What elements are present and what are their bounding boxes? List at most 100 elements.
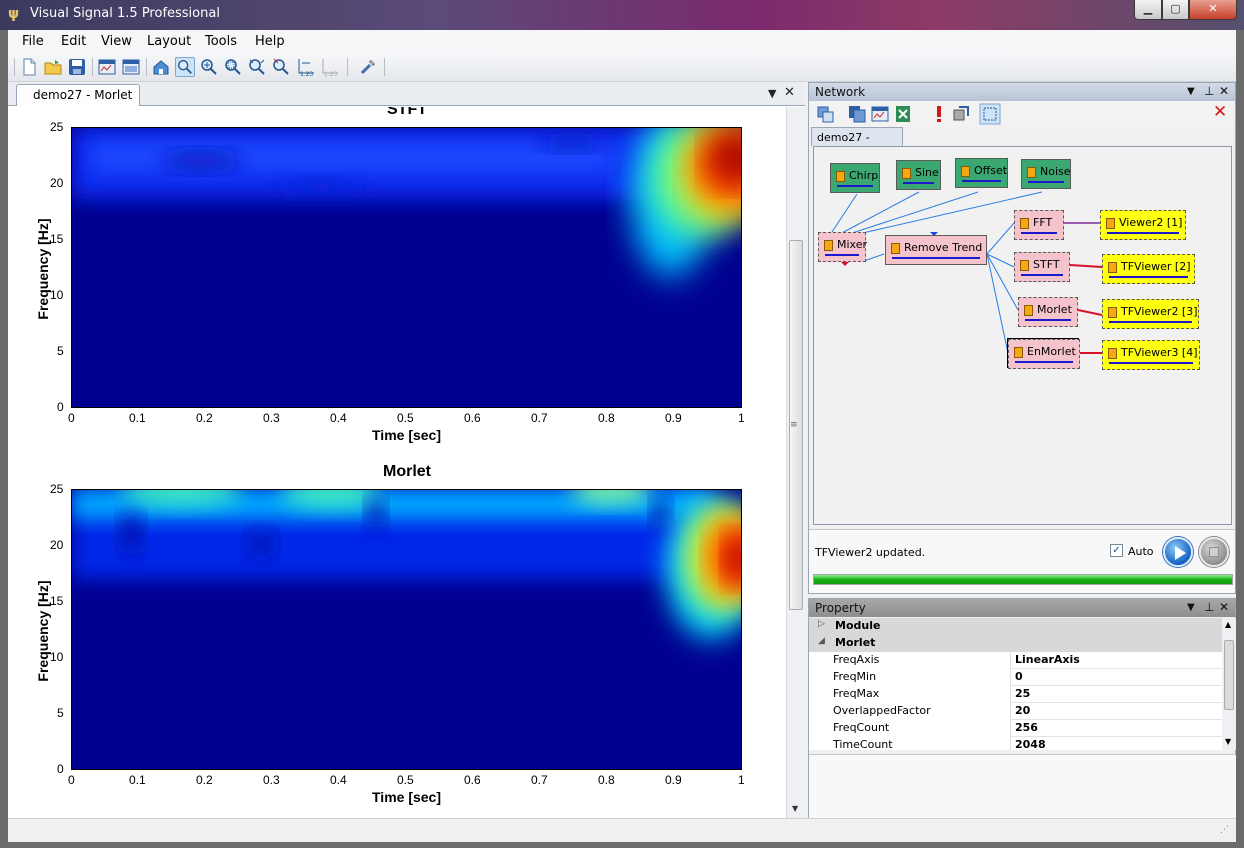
property-pane-header: Property ▼ ⊥ ✕ — [809, 599, 1235, 617]
menu-help[interactable]: Help — [255, 34, 285, 49]
menu-tools[interactable]: Tools — [205, 34, 237, 49]
menu-file[interactable]: File — [22, 34, 44, 49]
node-enmorlet[interactable]: EnMorlet — [1008, 339, 1080, 369]
property-scrollbar[interactable]: ▲ ▼ — [1222, 618, 1236, 750]
new-file-icon[interactable] — [19, 57, 39, 77]
auto-checkbox[interactable]: ✓ — [1110, 544, 1123, 557]
stft-ytick: 25 — [50, 120, 64, 134]
stop-button[interactable] — [1199, 537, 1229, 567]
grip-icon: ≡ — [790, 420, 798, 430]
save-icon[interactable] — [67, 57, 87, 77]
collapse-icon[interactable]: ◢ — [818, 636, 825, 646]
network-canvas[interactable]: Chirp Sine Offset Noise Mixer Remove Tre… — [813, 146, 1232, 525]
window-title: Visual Signal 1.5 Professional — [30, 6, 220, 21]
category-morlet[interactable]: ◢ Morlet — [809, 635, 1222, 652]
scroll-down-icon[interactable]: ▼ — [1225, 737, 1231, 746]
expand-icon[interactable]: ▷ — [818, 619, 825, 629]
node-viewer2[interactable]: Viewer2 [1] — [1100, 210, 1186, 240]
node-morlet[interactable]: Morlet — [1018, 297, 1078, 327]
axis-scale-icon[interactable]: 1.23 — [296, 57, 316, 77]
close-icon[interactable]: ✕ — [1219, 600, 1229, 614]
morlet-xtick: 0.9 — [665, 773, 682, 787]
stop-icon — [1209, 547, 1219, 557]
plots-area: STFT 25 20 15 10 5 0 0 0.1 0.2 0.3 0.4 0… — [8, 107, 778, 818]
signal-view-icon[interactable] — [870, 104, 890, 124]
property-row[interactable]: FreqAxis LinearAxis — [809, 652, 1222, 669]
zoom-box-icon[interactable] — [223, 57, 243, 77]
node-remove-trend[interactable]: Remove Trend — [885, 235, 987, 265]
property-row[interactable]: OverlappedFactor 20 — [809, 703, 1222, 720]
document-scrollbar[interactable]: ≡ ▼ — [786, 107, 805, 818]
module-settings-icon[interactable] — [951, 104, 971, 124]
tab-demo27-morlet[interactable]: demo27 - Morlet — [16, 84, 140, 106]
menu-edit[interactable]: Edit — [61, 34, 86, 49]
scrollbar-thumb[interactable] — [1224, 640, 1234, 710]
node-offset[interactable]: Offset — [955, 158, 1008, 188]
document-pane: demo27 - Morlet ▼ ✕ STFT 25 20 15 10 5 0… — [8, 82, 805, 818]
zoom-fit-icon[interactable] — [247, 57, 267, 77]
resize-grip-icon[interactable]: ⋰ — [1220, 825, 1229, 835]
node-fft[interactable]: FFT — [1014, 210, 1064, 240]
stft-xlabel: Time [sec] — [372, 427, 441, 443]
stft-ytick: 20 — [50, 176, 64, 190]
maximize-button[interactable]: ▢ — [1162, 0, 1189, 20]
title-bar: ψ Visual Signal 1.5 Professional ▁ ▢ ✕ — [0, 0, 1244, 30]
node-tfviewer2[interactable]: TFViewer2 [3] — [1102, 299, 1199, 329]
dropdown-icon[interactable]: ▼ — [1187, 602, 1195, 613]
stft-ytick: 10 — [50, 288, 64, 302]
menu-view[interactable]: View — [101, 34, 132, 49]
axis-format-icon[interactable]: 1.23 — [320, 57, 340, 77]
module-icon — [902, 168, 911, 179]
network-pane-title: Network — [815, 85, 866, 99]
red-x-icon[interactable]: ✕ — [1213, 102, 1227, 122]
alert-icon[interactable] — [929, 104, 949, 124]
module-icon — [891, 243, 900, 254]
add-module-icon[interactable] — [815, 104, 835, 124]
node-stft[interactable]: STFT — [1014, 252, 1070, 282]
scroll-up-icon[interactable]: ▲ — [1225, 620, 1231, 629]
wave-logo-icon: ψ — [8, 6, 20, 22]
copy-icon[interactable] — [847, 104, 867, 124]
property-row[interactable]: FreqMin 0 — [809, 669, 1222, 686]
pin-icon[interactable]: ⊥ — [1204, 600, 1214, 614]
close-icon[interactable]: ✕ — [784, 85, 795, 100]
home-icon[interactable] — [151, 57, 171, 77]
view-window-alt-icon[interactable] — [121, 57, 141, 77]
run-button[interactable] — [1163, 537, 1193, 567]
close-icon[interactable]: ✕ — [1219, 84, 1229, 98]
zoom-mode-icon[interactable] — [175, 57, 195, 77]
zoom-in-icon[interactable] — [199, 57, 219, 77]
node-sine[interactable]: Sine — [896, 160, 941, 190]
svg-text:1.23: 1.23 — [324, 71, 338, 77]
view-window-icon[interactable] — [97, 57, 117, 77]
dropdown-icon[interactable]: ▼ — [768, 87, 776, 100]
pin-icon[interactable]: ⊥ — [1204, 84, 1214, 98]
property-row[interactable]: FreqMax 25 — [809, 686, 1222, 703]
close-button[interactable]: ✕ — [1189, 0, 1237, 20]
dropdown-icon[interactable]: ▼ — [1187, 86, 1195, 97]
node-noise[interactable]: Noise — [1021, 159, 1071, 189]
category-module[interactable]: ▷ Module — [809, 618, 1222, 635]
menu-layout[interactable]: Layout — [147, 34, 191, 49]
tools-icon[interactable] — [358, 57, 378, 77]
progress-fill — [814, 575, 1232, 584]
excel-export-icon[interactable] — [893, 104, 913, 124]
scroll-down-icon[interactable]: ▼ — [792, 804, 798, 813]
document-tab-strip: demo27 - Morlet ▼ ✕ — [8, 82, 805, 106]
morlet-xtick: 0.5 — [397, 773, 414, 787]
main-toolbar: 1.23 1.23 — [8, 52, 1236, 82]
node-chirp[interactable]: Chirp — [830, 163, 880, 193]
node-tfviewer3[interactable]: TFViewer3 [4] — [1102, 340, 1200, 370]
zoom-reset-icon[interactable] — [271, 57, 291, 77]
tab-network-demo27-morlet[interactable]: demo27 - Morlet — [811, 127, 903, 157]
open-folder-icon[interactable] — [43, 57, 63, 77]
stft-ylabel: Frequency [Hz] — [35, 218, 51, 320]
module-icon — [824, 240, 833, 251]
property-row[interactable]: FreqCount 256 — [809, 720, 1222, 737]
property-row[interactable]: TimeCount 2048 — [809, 737, 1222, 750]
node-tfviewer[interactable]: TFViewer [2] — [1102, 254, 1195, 284]
minimize-button[interactable]: ▁ — [1134, 0, 1162, 20]
select-box-icon[interactable] — [979, 103, 1001, 125]
stft-ytick: 0 — [57, 400, 64, 414]
node-mixer[interactable]: Mixer — [818, 232, 867, 262]
